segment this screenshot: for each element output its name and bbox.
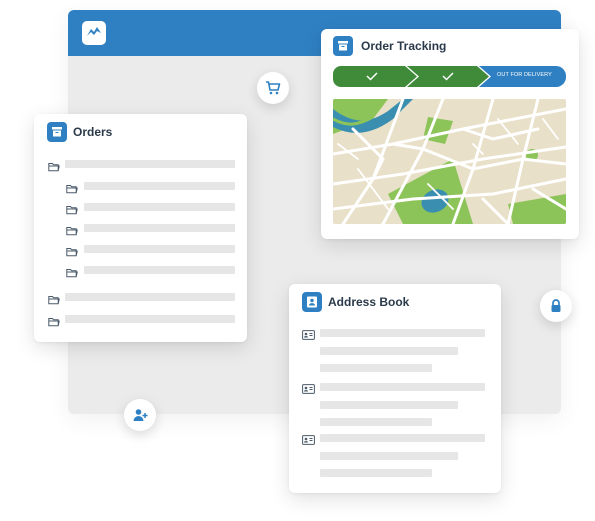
address-book-icon [302,292,322,312]
progress-step-1 [333,66,417,87]
folder-row-placeholder [84,203,235,211]
contact-line-placeholder [320,434,485,442]
orders-title: Orders [73,125,113,139]
folder-icon[interactable] [48,292,60,310]
contact-line-placeholder [320,418,432,426]
contact-card-icon[interactable] [302,327,315,345]
contact-line-placeholder [320,401,458,409]
contact-line-placeholder [320,347,458,355]
orders-card: Orders [34,114,247,342]
contact-card-icon[interactable] [302,432,315,450]
folder-row-placeholder [84,245,235,253]
delivery-progress: OUT FOR DELIVERY [333,66,566,87]
lock-icon [551,299,561,312]
contact-line-placeholder [320,364,432,372]
folder-icon[interactable] [66,202,78,220]
lock-button[interactable] [540,290,572,322]
archive-icon [47,122,67,142]
order-tracking-title: Order Tracking [361,39,447,53]
folder-icon[interactable] [48,314,60,332]
folder-row-placeholder [84,266,235,274]
contact-line-placeholder [320,383,485,391]
folder-row-placeholder [65,293,235,301]
folder-icon[interactable] [48,159,60,177]
cart-icon [266,81,281,95]
folder-row-placeholder [65,315,235,323]
folder-row-placeholder [65,160,235,168]
delivery-map[interactable] [333,99,566,224]
folder-row-placeholder [84,182,235,190]
add-user-icon [133,409,148,421]
address-book-title: Address Book [328,295,410,309]
contact-line-placeholder [320,329,485,337]
contact-line-placeholder [320,469,432,477]
progress-step-2 [407,66,489,87]
folder-icon[interactable] [66,265,78,283]
status-label: OUT FOR DELIVERY [497,72,552,78]
logo-icon[interactable] [82,21,106,45]
cart-button[interactable] [257,72,289,104]
add-user-button[interactable] [124,399,156,431]
address-book-card: Address Book [289,284,501,493]
order-tracking-card: Order Tracking OUT FOR DELIVERY [321,29,579,239]
folder-icon[interactable] [66,244,78,262]
contact-line-placeholder [320,452,458,460]
folder-icon[interactable] [66,223,78,241]
box-icon [333,36,353,56]
folder-icon[interactable] [66,181,78,199]
contact-card-icon[interactable] [302,381,315,399]
folder-row-placeholder [84,224,235,232]
